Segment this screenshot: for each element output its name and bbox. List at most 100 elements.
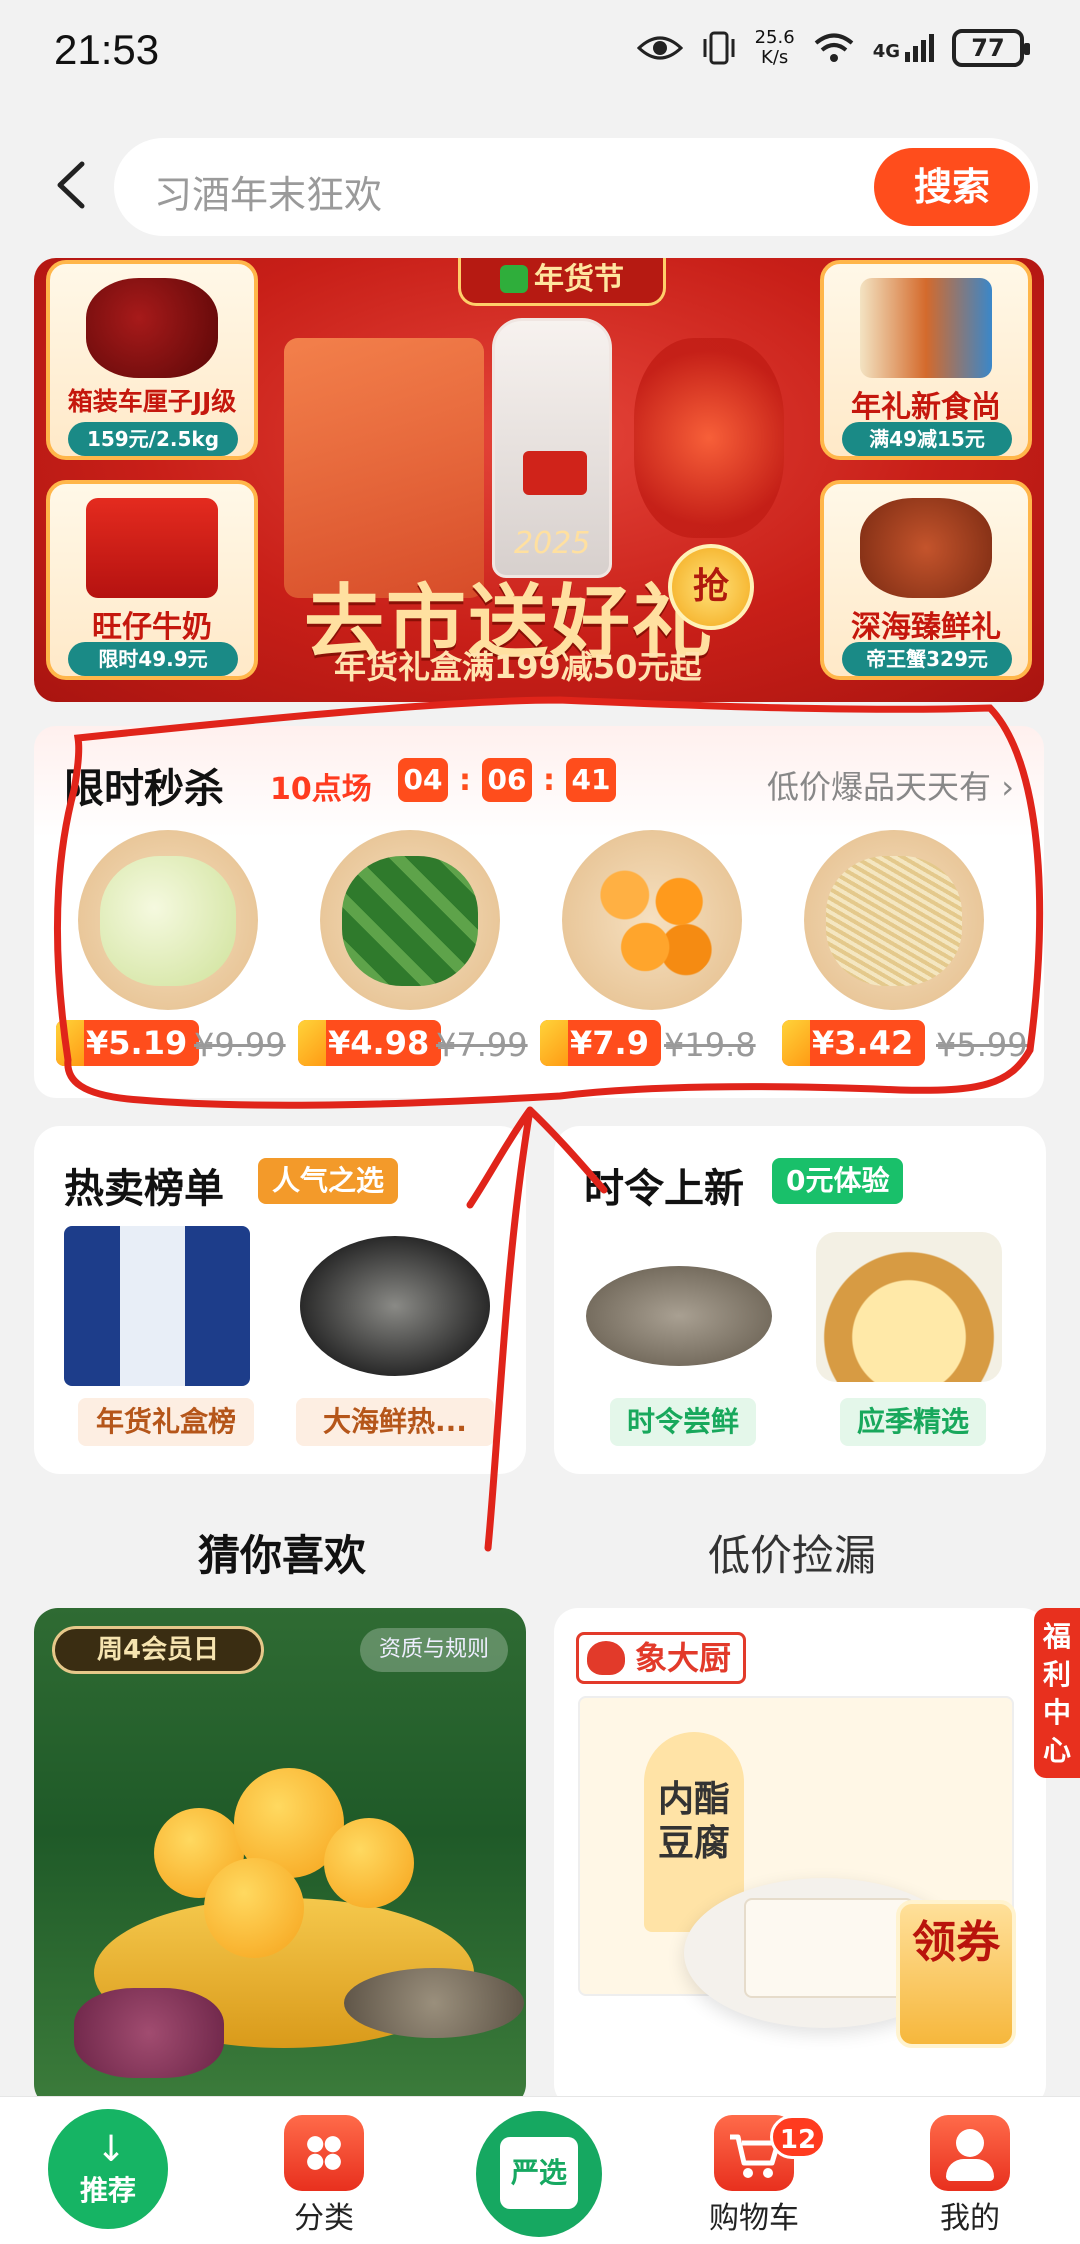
welfare-center-tab[interactable]: 福利中心 xyxy=(1034,1608,1080,1778)
orange-image xyxy=(324,1818,414,1908)
rules-link[interactable]: 资质与规则 xyxy=(360,1628,508,1672)
search-row: 习酒年末狂欢 搜索 xyxy=(0,130,1080,240)
grab-button[interactable]: 抢 xyxy=(668,544,754,630)
hot-list-item[interactable]: 年货礼盒榜 xyxy=(78,1398,254,1446)
app-screen: 21:53 25.6 K/s 4G 77 习酒年末狂欢 搜索 年货节 箱装车厘子… xyxy=(0,0,1080,2244)
nav-label: 推荐 xyxy=(79,2174,136,2207)
milk-box-image xyxy=(86,498,218,598)
net-speed: 25.6 K/s xyxy=(755,28,795,68)
flash-product[interactable]: ¥3.42 ¥5.99 xyxy=(774,830,1028,1080)
hot-list-item[interactable]: 大海鲜热... xyxy=(296,1398,494,1446)
cart-count-badge: 12 xyxy=(770,2115,826,2159)
search-placeholder: 习酒年末狂欢 xyxy=(154,173,383,217)
nav-item-yanxuan[interactable]: 严选 xyxy=(476,2111,602,2237)
fish-image xyxy=(344,1968,524,2038)
member-day-badge: 周4会员日 xyxy=(52,1626,264,1674)
tile-name: 箱装车厘子JJ级 xyxy=(67,387,237,416)
brand-badge: 象大厨 xyxy=(576,1632,747,1684)
wifi-icon xyxy=(814,33,853,62)
feed-card-member-day[interactable]: 周4会员日 资质与规则 xyxy=(34,1608,526,2108)
nav-item-recommend[interactable]: ↓ 推荐 xyxy=(48,2109,168,2229)
nav-item-me[interactable]: 我的 xyxy=(900,2193,1040,2237)
liquor-set-image xyxy=(64,1226,264,1386)
countdown-hours: 04 xyxy=(398,758,448,802)
profile-icon[interactable] xyxy=(930,2115,1010,2191)
banner-tile-wangzai-milk[interactable]: 旺仔牛奶 限时49.9元 xyxy=(46,480,258,680)
feed-card-tofu[interactable]: 内酯豆腐 象大厨 领券 xyxy=(554,1608,1046,2108)
countdown-minutes: 06 xyxy=(482,758,532,802)
flash-sale-more-link[interactable]: 低价爆品天天有 › xyxy=(767,762,1014,808)
category-icon[interactable] xyxy=(284,2115,364,2191)
bean-sprouts-image xyxy=(826,856,962,986)
tile-name: 深海臻鲜礼 xyxy=(851,610,1001,645)
king-crab-image xyxy=(860,498,992,598)
tile-name: 年礼新食尚 xyxy=(851,390,1001,425)
hot-list-card[interactable]: 热卖榜单 人气之选 年货礼盒榜 大海鲜热... xyxy=(34,1126,526,1474)
search-button[interactable]: 搜索 xyxy=(874,148,1030,226)
banner-year: 2025 xyxy=(514,526,591,561)
bottom-nav: ↓ 推荐 分类 严选 12 购物车 我的 xyxy=(0,2096,1080,2244)
signal-icon: 4G xyxy=(873,34,934,62)
cucumber-image xyxy=(342,856,478,986)
new-season-card[interactable]: 时令上新 0元体验 时令尝鲜 应季精选 xyxy=(554,1126,1046,1474)
original-price: ¥19.8 xyxy=(664,1026,756,1064)
nav-item-cart[interactable]: 购物车 xyxy=(684,2193,824,2237)
berries-image xyxy=(634,338,784,538)
eye-icon xyxy=(636,36,683,60)
orange-image xyxy=(584,856,720,986)
banner-tile-cherries[interactable]: 箱装车厘子JJ级 159元/2.5kg xyxy=(46,260,258,460)
flash-sale-session: 10点场 xyxy=(270,772,372,807)
battery-icon: 77 xyxy=(952,29,1030,67)
search-input[interactable]: 习酒年末狂欢 搜索 xyxy=(114,138,1038,236)
more-label: 低价爆品天天有 xyxy=(767,768,992,806)
banner-tile-new-year-food[interactable]: 年礼新食尚 满49减15元 xyxy=(820,260,1032,460)
feed-tabs: 猜你喜欢 低价捡漏 xyxy=(0,1510,1080,1590)
tile-price: 159元/2.5kg xyxy=(68,422,238,456)
tile-price: 帝王蟹329元 xyxy=(842,642,1012,676)
lightning-icon xyxy=(540,1020,568,1066)
countdown-separator: : xyxy=(459,762,471,798)
cherries-image xyxy=(86,278,218,378)
countdown-timer: 04 : 06 : 41 xyxy=(398,758,616,802)
flash-product[interactable]: ¥5.19 ¥9.99 xyxy=(48,830,288,1080)
brand-name: 象大厨 xyxy=(635,1639,732,1677)
nav-item-category[interactable]: 分类 xyxy=(254,2193,394,2237)
swiss-roll-image xyxy=(816,1226,1016,1382)
net-speed-unit: K/s xyxy=(761,47,789,68)
product-name: 内酯豆腐 xyxy=(658,1779,731,1864)
tile-price: 限时49.9元 xyxy=(68,642,238,676)
festival-tag: 年货节 xyxy=(458,258,666,306)
tab-low-price[interactable]: 低价捡漏 xyxy=(708,1522,876,1583)
lightning-icon xyxy=(56,1020,84,1066)
countdown-separator: : xyxy=(543,762,555,798)
shrimp-image xyxy=(300,1226,500,1376)
flash-sale-title: 限时秒杀 xyxy=(64,766,224,812)
back-icon[interactable] xyxy=(52,160,92,210)
orange-image xyxy=(204,1858,304,1958)
new-season-tag: 0元体验 xyxy=(772,1158,904,1204)
festival-tag-label: 年货节 xyxy=(534,262,624,297)
promo-banner[interactable]: 年货节 箱装车厘子JJ级 159元/2.5kg 年礼新食尚 满49减15元 旺仔… xyxy=(34,258,1044,702)
hot-list-title: 热卖榜单 xyxy=(64,1166,224,1212)
flash-product[interactable]: ¥4.98 ¥7.99 xyxy=(290,830,530,1080)
down-arrow-icon: ↓ xyxy=(96,2129,127,2170)
tile-price: 满49减15元 xyxy=(842,422,1012,456)
lightning-icon xyxy=(298,1020,326,1066)
new-season-item[interactable]: 时令尝鲜 xyxy=(610,1398,756,1446)
new-season-title: 时令上新 xyxy=(584,1166,744,1212)
flash-sale-section[interactable]: 限时秒杀 10点场 04 : 06 : 41 低价爆品天天有 › ¥5.19 ¥… xyxy=(34,726,1044,1098)
tab-guess-you-like[interactable]: 猜你喜欢 xyxy=(198,1522,367,1585)
chevron-right-icon: › xyxy=(1001,768,1014,806)
net-speed-value: 25.6 xyxy=(754,27,795,48)
status-time: 21:53 xyxy=(54,26,160,73)
chef-hat-icon xyxy=(587,1641,625,1675)
coupon-button[interactable]: 领券 xyxy=(896,1900,1016,2048)
flash-product[interactable]: ¥7.9 ¥19.8 xyxy=(532,830,772,1080)
original-price: ¥7.99 xyxy=(436,1026,528,1064)
banner-tile-seafood[interactable]: 深海臻鲜礼 帝王蟹329元 xyxy=(820,480,1032,680)
shopping-bag-icon: 严选 xyxy=(500,2137,578,2209)
drinks-image xyxy=(860,278,992,378)
leaf-icon xyxy=(500,265,528,293)
original-price: ¥5.99 xyxy=(936,1026,1028,1064)
new-season-item[interactable]: 应季精选 xyxy=(840,1398,986,1446)
